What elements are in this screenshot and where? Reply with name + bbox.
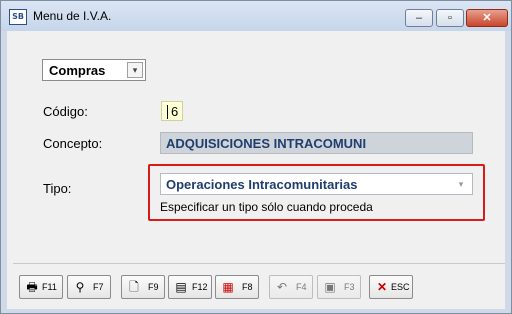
concepto-field: ADQUISICIONES INTRACOMUNI <box>160 132 473 154</box>
undo-button[interactable]: ↶ F4 <box>269 275 313 299</box>
search-button[interactable]: ⚲ F7 <box>67 275 111 299</box>
chevron-down-icon[interactable]: ▾ <box>453 176 469 192</box>
text-caret <box>167 105 168 119</box>
print-button[interactable]: 🖶 F11 <box>19 275 63 299</box>
undo-key: F4 <box>296 282 307 292</box>
save-button[interactable]: ▣ F3 <box>317 275 361 299</box>
maximize-button[interactable]: ▫ <box>436 9 464 27</box>
delete-button[interactable]: ▦ F8 <box>215 275 259 299</box>
iva-menu-window: SB Menu de I.V.A. ‒ ▫ ✕ Compras ▾ Código… <box>0 0 512 314</box>
delete-icon: ▦ <box>222 280 234 294</box>
escape-button[interactable]: ✕ ESC <box>369 275 413 299</box>
save-icon: ▣ <box>324 280 336 294</box>
codigo-value: 6 <box>171 104 179 119</box>
edit-button[interactable]: ▤ F12 <box>168 275 212 299</box>
chevron-down-icon[interactable]: ▾ <box>127 62 143 78</box>
mode-select[interactable]: Compras ▾ <box>42 59 146 81</box>
binoculars-icon: ⚲ <box>75 280 85 294</box>
print-key: F11 <box>42 282 57 292</box>
app-icon: SB <box>9 9 27 25</box>
codigo-label: Código: <box>43 104 88 119</box>
new-button[interactable]: 🗋 F9 <box>121 275 165 299</box>
window-title: Menu de I.V.A. <box>33 9 112 23</box>
toolbar-divider <box>13 263 505 264</box>
new-document-icon: 🗋 <box>129 280 139 294</box>
printer-icon: 🖶 <box>26 280 38 294</box>
new-key: F9 <box>148 282 159 292</box>
save-key: F3 <box>344 282 355 292</box>
title-bar[interactable]: SB Menu de I.V.A. ‒ ▫ ✕ <box>1 1 511 31</box>
form-area: Compras ▾ Código: 6 Concepto: ADQUISICIO… <box>7 31 505 309</box>
undo-icon: ↶ <box>276 280 288 294</box>
codigo-input[interactable]: 6 <box>161 101 183 121</box>
mode-select-value: Compras <box>49 63 106 78</box>
delete-key: F8 <box>242 282 253 292</box>
escape-key: ESC <box>391 282 410 292</box>
cancel-icon: ✕ <box>376 280 388 294</box>
edit-list-icon: ▤ <box>175 280 187 294</box>
search-key: F7 <box>93 282 104 292</box>
concepto-value: ADQUISICIONES INTRACOMUNI <box>166 136 367 151</box>
concepto-label: Concepto: <box>43 136 103 151</box>
tipo-label: Tipo: <box>43 181 72 196</box>
tipo-select-value: Operaciones Intracomunitarias <box>166 177 358 192</box>
tipo-select[interactable]: Operaciones Intracomunitarias ▾ <box>160 173 473 195</box>
edit-key: F12 <box>192 282 208 292</box>
close-button[interactable]: ✕ <box>466 9 508 27</box>
tipo-hint: Especificar un tipo sólo cuando proceda <box>160 200 373 214</box>
minimize-button[interactable]: ‒ <box>405 9 433 27</box>
